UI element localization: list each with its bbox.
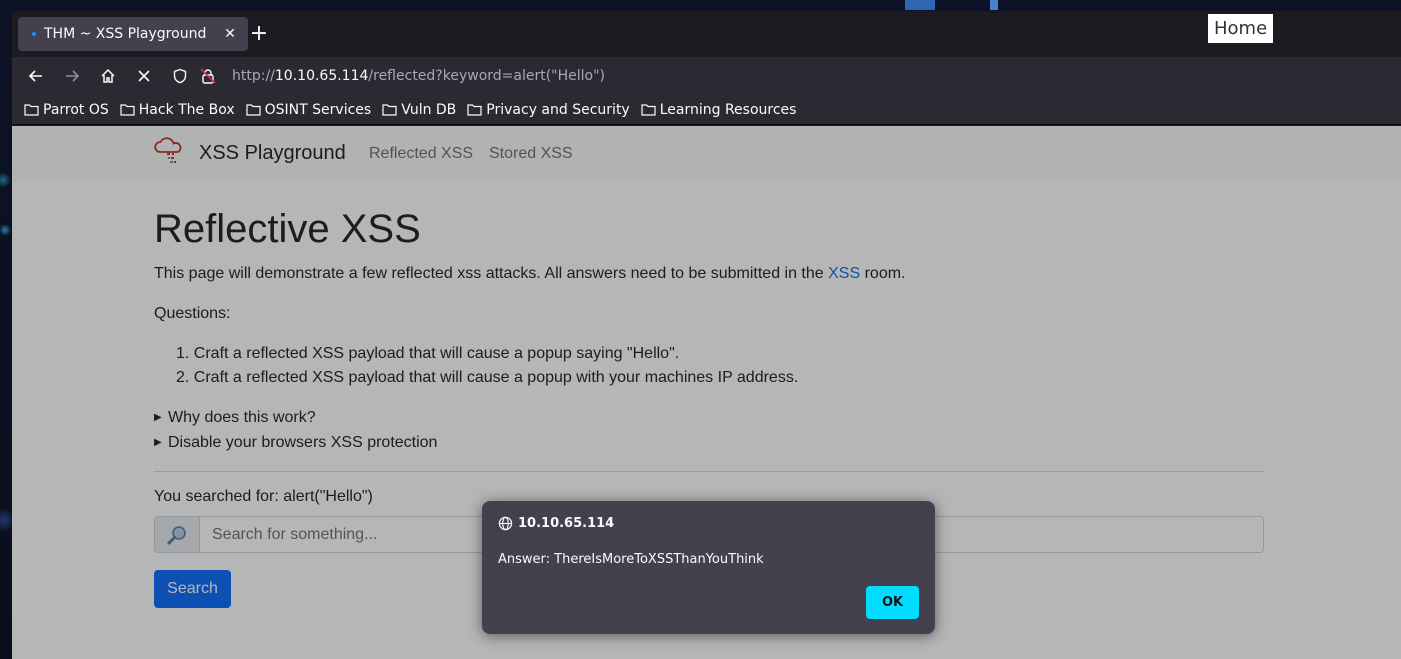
browser-tab[interactable]: THM ~ XSS Playground ✕ xyxy=(18,17,248,51)
desktop-home-label[interactable]: Home xyxy=(1208,14,1274,43)
url-text[interactable]: http://10.10.65.114/reflected?keyword=al… xyxy=(232,68,605,84)
shield-icon[interactable] xyxy=(168,64,192,88)
close-icon[interactable]: ✕ xyxy=(222,26,238,42)
bookmark-folder[interactable]: Parrot OS xyxy=(24,102,109,118)
folder-icon xyxy=(382,104,397,116)
dialog-message: Answer: ThereIsMoreToXSSThanYouThink xyxy=(498,552,764,567)
folder-icon xyxy=(120,104,135,116)
bookmark-label: Parrot OS xyxy=(43,101,109,118)
bookmark-label: Learning Resources xyxy=(659,101,797,118)
bookmarks-toolbar: Parrot OS Hack The Box OSINT Services Vu… xyxy=(12,95,1401,125)
tab-title: THM ~ XSS Playground xyxy=(44,26,207,42)
insecure-lock-icon[interactable] xyxy=(196,64,220,88)
forward-button[interactable] xyxy=(54,61,90,91)
alert-dialog: 10.10.65.114 Answer: ThereIsMoreToXSSTha… xyxy=(482,501,935,634)
ok-button[interactable]: OK xyxy=(866,586,919,619)
bookmark-label: Vuln DB xyxy=(401,101,457,118)
folder-icon xyxy=(246,104,261,116)
folder-icon xyxy=(24,104,39,116)
navigation-toolbar: http://10.10.65.114/reflected?keyword=al… xyxy=(12,57,1401,95)
bookmark-folder[interactable]: Vuln DB xyxy=(382,102,456,118)
wallpaper-glow xyxy=(905,0,935,10)
tab-strip: THM ~ XSS Playground ✕ + xyxy=(12,11,1401,57)
folder-icon xyxy=(467,104,482,116)
bookmark-label: OSINT Services xyxy=(264,101,372,118)
browser-window: THM ~ XSS Playground ✕ + http://10.10.65… xyxy=(12,11,1401,659)
wallpaper-glow xyxy=(990,0,998,10)
address-bar[interactable]: http://10.10.65.114/reflected?keyword=al… xyxy=(168,61,1401,91)
url-scheme: http:// xyxy=(232,68,275,84)
stop-x-icon xyxy=(138,70,150,82)
dialog-origin: 10.10.65.114 xyxy=(498,516,614,531)
url-path: /reflected?keyword=alert("Hello") xyxy=(368,68,605,84)
back-button[interactable] xyxy=(18,61,54,91)
bookmark-folder[interactable]: Privacy and Security xyxy=(467,101,630,118)
folder-icon xyxy=(641,104,656,116)
bookmark-folder[interactable]: Hack The Box xyxy=(120,102,235,118)
arrow-left-icon xyxy=(28,70,42,82)
bookmark-folder[interactable]: OSINT Services xyxy=(246,101,372,118)
globe-icon xyxy=(498,516,513,531)
arrow-right-icon xyxy=(66,70,80,82)
new-tab-button[interactable]: + xyxy=(248,23,270,45)
bookmark-label: Privacy and Security xyxy=(486,101,630,118)
home-icon xyxy=(101,68,115,83)
url-host: 10.10.65.114 xyxy=(274,68,369,84)
bookmark-folder[interactable]: Learning Resources xyxy=(641,101,797,118)
loading-dot-icon xyxy=(32,32,36,36)
home-button[interactable] xyxy=(90,61,126,91)
bookmark-label: Hack The Box xyxy=(138,101,235,118)
dialog-origin-text: 10.10.65.114 xyxy=(518,516,615,531)
stop-button[interactable] xyxy=(126,61,162,91)
